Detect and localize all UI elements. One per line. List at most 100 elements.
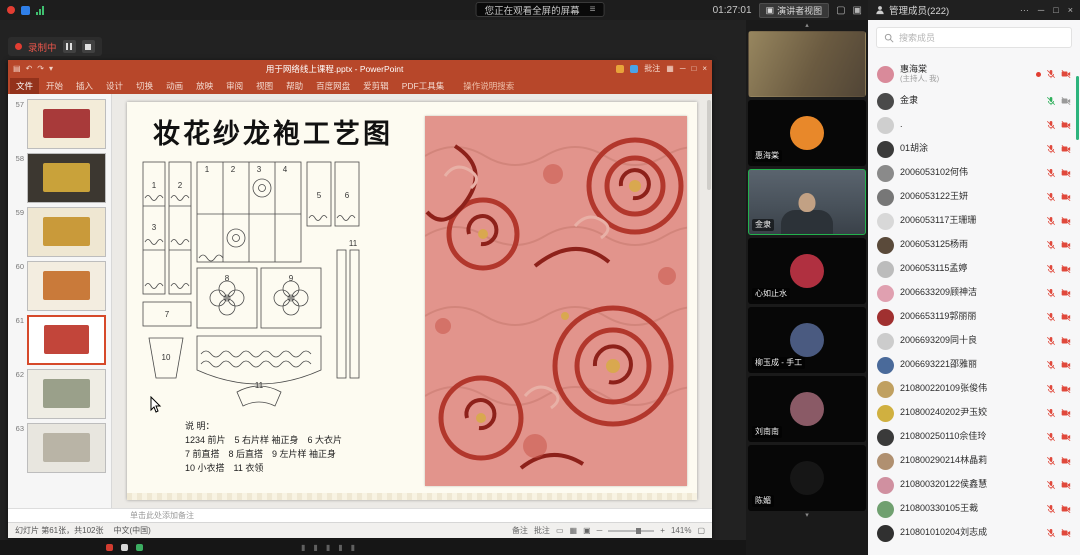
camera-off-icon[interactable] [1061,408,1071,418]
camera-off-icon[interactable] [1061,120,1071,130]
ribbon-tab[interactable]: 爱剪辑 [357,78,395,94]
collapse-down-icon[interactable]: ▾ [748,511,866,521]
mic-muted-icon[interactable] [1046,408,1056,418]
camera-off-icon[interactable] [1061,504,1071,514]
slide-thumbnail[interactable]: 60 [8,259,111,313]
camera-off-icon[interactable] [1061,192,1071,202]
slide-thumbnail[interactable]: 63 [8,421,111,475]
mic-muted-icon[interactable] [1046,168,1056,178]
slide-thumbnail[interactable]: 58 [8,151,111,205]
member-row[interactable]: 2006053122王妍 [868,185,1080,209]
ribbon-tab[interactable]: 设计 [100,78,129,94]
stop-recording-button[interactable] [82,40,95,53]
camera-off-icon[interactable] [1061,480,1071,490]
notes-pane[interactable]: 单击此处添加备注 [8,508,712,522]
ribbon-tab[interactable]: 放映 [190,78,219,94]
ribbon-tab[interactable]: 操作说明搜索 [457,78,520,94]
ribbon-tab[interactable]: 动画 [160,78,189,94]
member-row[interactable]: 金隶 [868,89,1080,113]
member-row[interactable]: 210800320122侯鑫慧 [868,473,1080,497]
normal-view-icon[interactable]: ▭ [556,526,564,535]
mic-muted-icon[interactable] [1046,264,1056,274]
member-row[interactable]: 2006053125杨雨 [868,233,1080,257]
mic-muted-icon[interactable] [1046,192,1056,202]
member-row[interactable]: 210800250110佘佳玲 [868,425,1080,449]
member-row[interactable]: 2006693221邵雅丽 [868,353,1080,377]
camera-off-icon[interactable] [1061,528,1071,538]
ribbon-tab[interactable]: 插入 [70,78,99,94]
zoom-slider[interactable] [608,530,654,532]
video-tile[interactable]: 心如止水 [748,238,866,304]
member-row[interactable]: 210800220109张俊伟 [868,377,1080,401]
language-indicator[interactable]: 中文(中国) [113,525,150,536]
mic-muted-icon[interactable] [1046,432,1056,442]
mic-muted-icon[interactable] [1046,336,1056,346]
zoom-level[interactable]: 141% [671,526,691,535]
member-row[interactable]: 惠海棠 (主持人, 我) [868,59,1080,89]
slide-thumbnail[interactable]: 62 [8,367,111,421]
more-options-icon[interactable]: ··· [1020,5,1029,15]
exit-fullscreen-icon[interactable]: ▢ [836,5,845,16]
undo-icon[interactable]: ↶ [26,64,33,73]
ppt-maximize-button[interactable]: □ [691,64,696,73]
member-row[interactable]: 2006653119郭丽丽 [868,305,1080,329]
zoom-in-icon[interactable]: + [660,526,665,535]
member-row[interactable]: . [868,113,1080,137]
fit-slide-icon[interactable]: ▢ [697,526,705,535]
comments-toggle[interactable]: 批注 [534,525,550,536]
mic-muted-icon[interactable] [1046,120,1056,130]
slide-preview[interactable] [27,423,106,473]
pause-recording-button[interactable] [63,40,76,53]
camera-off-icon[interactable] [1061,96,1071,106]
slide-canvas[interactable]: 妆花纱龙袍工艺图 [112,94,712,508]
fullscreen-notice-pill[interactable]: 您正在观看全屏的屏幕 ≡ [476,2,605,17]
mic-muted-icon[interactable] [1046,360,1056,370]
customize-qat-icon[interactable]: ▾ [49,64,53,73]
share-icon[interactable] [616,65,624,73]
zoom-out-icon[interactable]: ─ [597,526,603,535]
mic-muted-icon[interactable] [1046,528,1056,538]
slide-thumbnail-panel[interactable]: 57 58 59 [8,94,112,508]
member-row[interactable]: 210801010204刘志成 [868,521,1080,545]
camera-off-icon[interactable] [1061,360,1071,370]
presence-icon[interactable] [630,65,638,73]
video-tile[interactable]: 刘南南 [748,376,866,442]
camera-off-icon[interactable] [1061,69,1071,79]
mic-muted-icon[interactable] [1046,312,1056,322]
mic-muted-icon[interactable] [1046,216,1056,226]
ribbon-tab[interactable]: 帮助 [280,78,309,94]
member-row[interactable]: 2006053102何伟 [868,161,1080,185]
mic-muted-icon[interactable] [1046,456,1056,466]
chat-toolbar-icon[interactable]: ▮ [351,540,355,555]
slide-preview[interactable] [27,207,106,257]
ribbon-tab[interactable]: 百度网盘 [310,78,356,94]
mic-toolbar-icon[interactable]: ▮ [301,540,305,555]
camera-toolbar-icon[interactable]: ▮ [313,540,317,555]
collapse-up-icon[interactable]: ▴ [748,21,866,31]
camera-off-icon[interactable] [1061,168,1071,178]
slide-thumbnail[interactable]: 59 [8,205,111,259]
camera-off-icon[interactable] [1061,288,1071,298]
comments-button[interactable]: 批注 [644,63,660,74]
slide-preview[interactable] [27,153,106,203]
member-row[interactable]: 210800330105王裁 [868,497,1080,521]
ribbon-display-icon[interactable]: ▦ [666,64,674,73]
member-row[interactable]: 210800290214林晶莉 [868,449,1080,473]
slide-preview[interactable] [27,369,106,419]
camera-off-icon[interactable] [1061,216,1071,226]
slide-preview[interactable] [27,315,106,365]
mic-muted-icon[interactable] [1046,240,1056,250]
ribbon-tab[interactable]: 视图 [250,78,279,94]
close-button[interactable]: × [1068,5,1073,15]
member-row[interactable]: 2006053115孟婷 [868,257,1080,281]
member-row[interactable]: 2006053117王珊珊 [868,209,1080,233]
member-list-scrollbar[interactable] [1076,76,1079,140]
member-row[interactable]: 2006633209顾神洁 [868,281,1080,305]
member-list[interactable]: 惠海棠 (主持人, 我) [868,59,1080,555]
member-search-input[interactable] [899,33,1064,43]
share-toolbar-icon[interactable]: ▮ [326,540,330,555]
camera-off-icon[interactable] [1061,144,1071,154]
mic-muted-icon[interactable] [1046,69,1056,79]
mic-muted-icon[interactable] [1046,480,1056,490]
video-tile[interactable]: 陈媚 [748,445,866,511]
